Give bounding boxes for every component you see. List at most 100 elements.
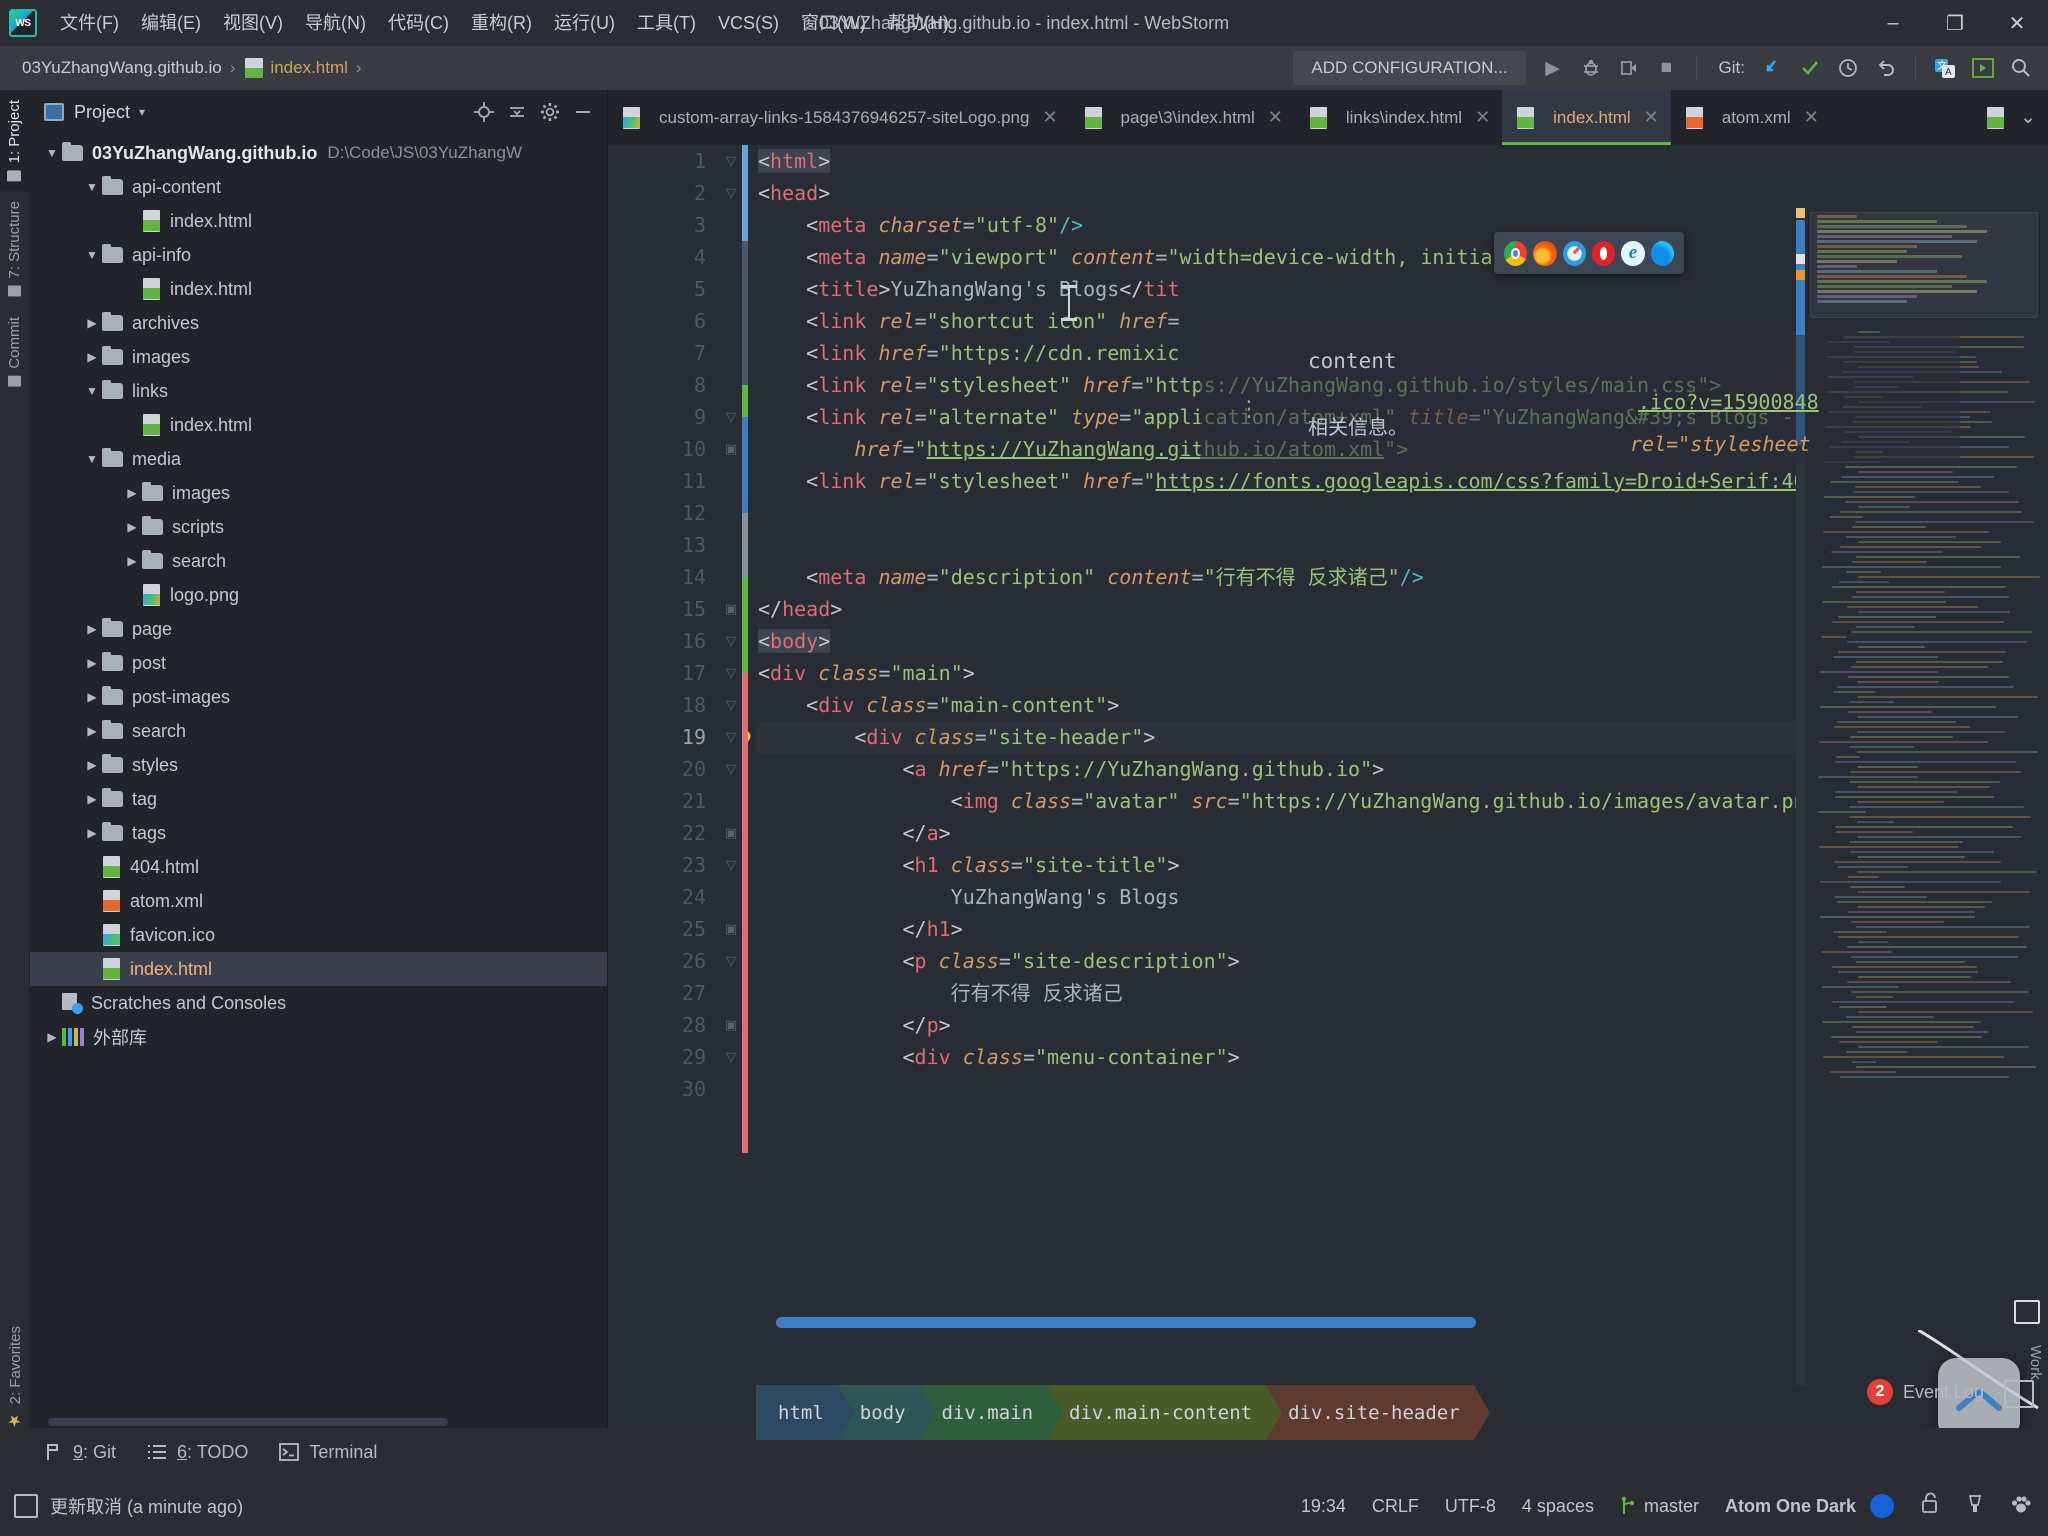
fold-marker-5[interactable] [720, 273, 742, 305]
menu-vcs[interactable]: VCS(S) [707, 0, 790, 46]
tree-node-index-html[interactable]: ▶index.html [30, 204, 607, 238]
status-indent[interactable]: 4 spaces [1522, 1496, 1594, 1517]
fold-marker-15[interactable]: ▣ [720, 593, 742, 625]
menu-refactor[interactable]: 重构(R) [460, 0, 543, 46]
tree-node-tags[interactable]: ▶ tags [30, 816, 607, 850]
tree-node-atom-xml[interactable]: ▶atom.xml [30, 884, 607, 918]
line-number-3[interactable]: 3 [608, 209, 720, 241]
line-number-24[interactable]: 24 [608, 881, 720, 913]
fold-marker-10[interactable]: ▣ [720, 433, 742, 465]
translate-icon[interactable]: 文A [1928, 51, 1962, 85]
chevron-right-icon[interactable]: ▶ [82, 690, 102, 704]
close-tab-icon[interactable]: ✕ [1475, 107, 1490, 128]
code-folding-column[interactable]: ▽ ▽ ▽ ▣ ▣ ▽ ▽ ▽ ▽ ▽ ▣ ▽ ▣ ▽ ▣ ▽ [720, 145, 742, 1385]
status-line-separator[interactable]: CRLF [1372, 1496, 1419, 1517]
close-tab-icon[interactable]: ✕ [1268, 107, 1283, 128]
chevron-down-icon[interactable]: ▼ [82, 180, 102, 194]
editor-tab-atom-xml[interactable]: atom.xml ✕ [1671, 90, 1831, 145]
fold-marker-18[interactable]: ▽ [720, 689, 742, 721]
editor-tab-custom-array-links-1584376946257-sitelogo-png[interactable]: custom-array-links-1584376946257-siteLog… [608, 90, 1070, 145]
chrome-icon[interactable] [1504, 240, 1528, 266]
hide-panel-icon[interactable] [569, 98, 597, 126]
gear-icon[interactable] [536, 98, 564, 126]
breadcrumb-file[interactable]: index.html [270, 58, 347, 78]
fold-marker-24[interactable] [720, 881, 742, 913]
tree-node-scripts[interactable]: ▶ scripts [30, 510, 607, 544]
right-rail-icon[interactable] [2014, 1300, 2040, 1324]
fold-marker-17[interactable]: ▽ [720, 657, 742, 689]
more-options-icon[interactable]: ⋮ [1238, 398, 1260, 420]
menu-file[interactable]: 文件(F) [49, 0, 130, 46]
menu-navigate[interactable]: 导航(N) [294, 0, 377, 46]
chevron-down-icon[interactable]: ▼ [82, 248, 102, 262]
firefox-icon[interactable] [1533, 240, 1557, 266]
fold-marker-12[interactable] [720, 497, 742, 529]
fold-marker-3[interactable] [720, 209, 742, 241]
line-number-11[interactable]: 11 [608, 465, 720, 497]
opera-icon[interactable] [1591, 240, 1616, 266]
tree-node-index-html[interactable]: ▶index.html [30, 408, 607, 442]
line-number-4[interactable]: 4 [608, 241, 720, 273]
locate-file-icon[interactable] [470, 98, 498, 126]
tree-node-images[interactable]: ▶ images [30, 340, 607, 374]
fold-marker-19[interactable]: ▽ [720, 721, 742, 753]
line-number-21[interactable]: 21 [608, 785, 720, 817]
editor-horizontal-scrollbar[interactable] [776, 1317, 1476, 1328]
menu-view[interactable]: 视图(V) [212, 0, 294, 46]
debug-icon[interactable] [1574, 51, 1608, 85]
fold-marker-21[interactable] [720, 785, 742, 817]
tree-node-media[interactable]: ▼ media [30, 442, 607, 476]
fold-marker-6[interactable] [720, 305, 742, 337]
fold-marker-14[interactable] [720, 561, 742, 593]
minimap-scrollbar[interactable] [1796, 208, 1805, 1385]
line-number-28[interactable]: 28 [608, 1009, 720, 1041]
chevron-right-icon[interactable]: ▶ [82, 724, 102, 738]
maximize-button[interactable]: ❐ [1924, 0, 1986, 46]
line-number-26[interactable]: 26 [608, 945, 720, 977]
line-number-25[interactable]: 25 [608, 913, 720, 945]
tree-node-404-html[interactable]: ▶404.html [30, 850, 607, 884]
line-number-9[interactable]: 9 [608, 401, 720, 433]
search-icon[interactable] [2004, 51, 2038, 85]
chevron-right-icon[interactable]: ▶ [82, 656, 102, 670]
fold-marker-20[interactable]: ▽ [720, 753, 742, 785]
fold-marker-4[interactable] [720, 241, 742, 273]
chevron-right-icon[interactable]: ▶ [122, 520, 142, 534]
rail-tab-project[interactable]: 1: Project [0, 90, 29, 192]
line-number-13[interactable]: 13 [608, 529, 720, 561]
fold-marker-25[interactable]: ▣ [720, 913, 742, 945]
line-number-18[interactable]: 18 [608, 689, 720, 721]
tree-node-styles[interactable]: ▶ styles [30, 748, 607, 782]
chevron-down-icon[interactable]: ▾ [139, 105, 145, 119]
fold-marker-11[interactable] [720, 465, 742, 497]
line-number-6[interactable]: 6 [608, 305, 720, 337]
preview-icon[interactable] [1966, 51, 2000, 85]
menu-code[interactable]: 代码(C) [377, 0, 460, 46]
line-number-20[interactable]: 20 [608, 753, 720, 785]
safari-icon[interactable] [1562, 240, 1586, 266]
chevron-right-icon[interactable]: ▶ [82, 622, 102, 636]
fold-marker-22[interactable]: ▣ [720, 817, 742, 849]
rollback-icon[interactable] [1869, 51, 1903, 85]
close-button[interactable]: ✕ [1986, 0, 2048, 46]
tree-node-post[interactable]: ▶ post [30, 646, 607, 680]
line-number-15[interactable]: 15 [608, 593, 720, 625]
line-number-8[interactable]: 8 [608, 369, 720, 401]
tree-node-archives[interactable]: ▶ archives [30, 306, 607, 340]
stop-icon[interactable]: ■ [1650, 51, 1684, 85]
tree-node-tag[interactable]: ▶ tag [30, 782, 607, 816]
fold-marker-30[interactable] [720, 1073, 742, 1105]
chevron-right-icon[interactable]: ▶ [82, 792, 102, 806]
tree-node-index-html[interactable]: ▶index.html [30, 272, 607, 306]
fold-marker-9[interactable]: ▽ [720, 401, 742, 433]
layout-toggle-icon[interactable] [2004, 1380, 2034, 1408]
notification-icon[interactable] [14, 1494, 38, 1518]
git-update-icon[interactable] [1755, 51, 1789, 85]
status-encoding[interactable]: UTF-8 [1445, 1496, 1496, 1517]
history-icon[interactable] [1831, 51, 1865, 85]
line-number-10[interactable]: 10 [608, 433, 720, 465]
fold-marker-29[interactable]: ▽ [720, 1041, 742, 1073]
line-number-29[interactable]: 29 [608, 1041, 720, 1073]
fold-marker-7[interactable] [720, 337, 742, 369]
chevron-right-icon[interactable]: ▶ [42, 1030, 62, 1044]
